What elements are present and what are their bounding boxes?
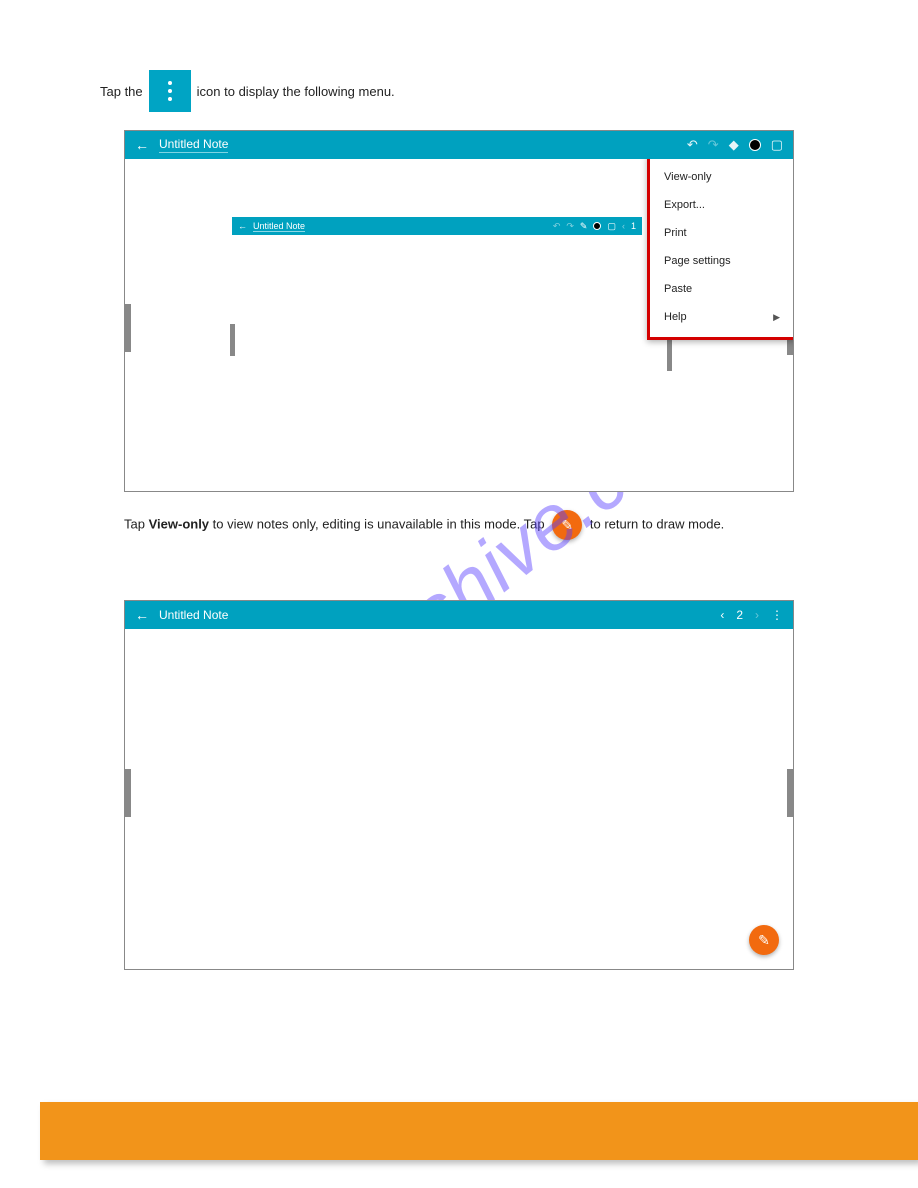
next-page-icon[interactable]: › xyxy=(755,608,759,622)
inner-image-icon[interactable]: ▢ xyxy=(607,221,616,232)
menu-export[interactable]: Export... xyxy=(650,191,793,219)
screenshot-view-only: ← Untitled Note ‹ 2 › ⋮ ✎ xyxy=(124,600,794,970)
left-side-tab[interactable] xyxy=(125,304,131,352)
overflow-menu: View-only Export... Print Page settings … xyxy=(647,159,793,340)
menu-help[interactable]: Help▶ xyxy=(650,303,793,331)
intro-prefix: Tap the xyxy=(100,84,143,99)
inner-redo-icon[interactable]: ↷ xyxy=(566,221,574,232)
view-toolbar: ← Untitled Note ‹ 2 › ⋮ xyxy=(125,601,793,629)
view-back-icon[interactable]: ← xyxy=(135,607,149,623)
view-title: Untitled Note xyxy=(159,608,228,622)
screenshot-menu-expanded: ← Untitled Note ↶ ↷ ◆ ▢ ← Untitled Note … xyxy=(124,130,794,492)
inner-page-number: 1 xyxy=(631,221,636,231)
more-menu-icon xyxy=(149,70,191,112)
page-footer xyxy=(40,1102,918,1160)
menu-view-only[interactable]: View-only xyxy=(650,163,793,191)
cap-seg5: draw mode. xyxy=(656,516,724,531)
inner-right-tab xyxy=(667,339,672,371)
inner-title: Untitled Note xyxy=(253,221,305,232)
menu-print[interactable]: Print xyxy=(650,219,793,247)
eraser-icon[interactable]: ◆ xyxy=(729,137,739,153)
inner-left-tab xyxy=(230,324,235,356)
back-arrow-icon[interactable]: ← xyxy=(135,137,149,153)
view-left-tab[interactable] xyxy=(125,769,131,817)
intro-suffix: icon to display the following menu. xyxy=(197,84,395,99)
page-navigation: ‹ 2 › ⋮ xyxy=(720,608,783,622)
page-content: Tap the icon to display the following me… xyxy=(0,0,918,970)
note-toolbar: ← Untitled Note ↶ ↷ ◆ ▢ xyxy=(125,131,793,159)
view-right-tab[interactable] xyxy=(787,769,793,817)
menu-paste[interactable]: Paste xyxy=(650,275,793,303)
intro-line: Tap the icon to display the following me… xyxy=(100,70,818,112)
menu-page-settings[interactable]: Page settings xyxy=(650,247,793,275)
inner-note-toolbar: ← Untitled Note ↶ ↷ ✎ ▢ ‹ 1 xyxy=(232,217,642,235)
note-title[interactable]: Untitled Note xyxy=(159,137,228,153)
inner-pen-icon[interactable]: ✎ xyxy=(580,221,588,232)
cap-seg2: View-only xyxy=(149,516,209,531)
undo-icon[interactable]: ↶ xyxy=(687,137,698,153)
view-more-icon[interactable]: ⋮ xyxy=(771,608,783,622)
inner-undo-icon[interactable]: ↶ xyxy=(553,221,561,232)
color-dot-icon[interactable] xyxy=(749,139,761,151)
redo-icon[interactable]: ↷ xyxy=(708,137,719,153)
cap-seg1: Tap xyxy=(124,516,145,531)
page-number: 2 xyxy=(736,608,743,622)
image-icon[interactable]: ▢ xyxy=(771,137,783,153)
inner-color-dot-icon[interactable] xyxy=(593,222,601,230)
submenu-arrow-icon: ▶ xyxy=(773,312,780,323)
inner-back-icon[interactable]: ← xyxy=(238,221,247,231)
inner-prev-icon[interactable]: ‹ xyxy=(622,221,625,231)
edit-fab-button[interactable]: ✎ xyxy=(749,925,779,955)
vertical-dots-icon xyxy=(168,81,172,101)
prev-page-icon[interactable]: ‹ xyxy=(720,608,724,622)
